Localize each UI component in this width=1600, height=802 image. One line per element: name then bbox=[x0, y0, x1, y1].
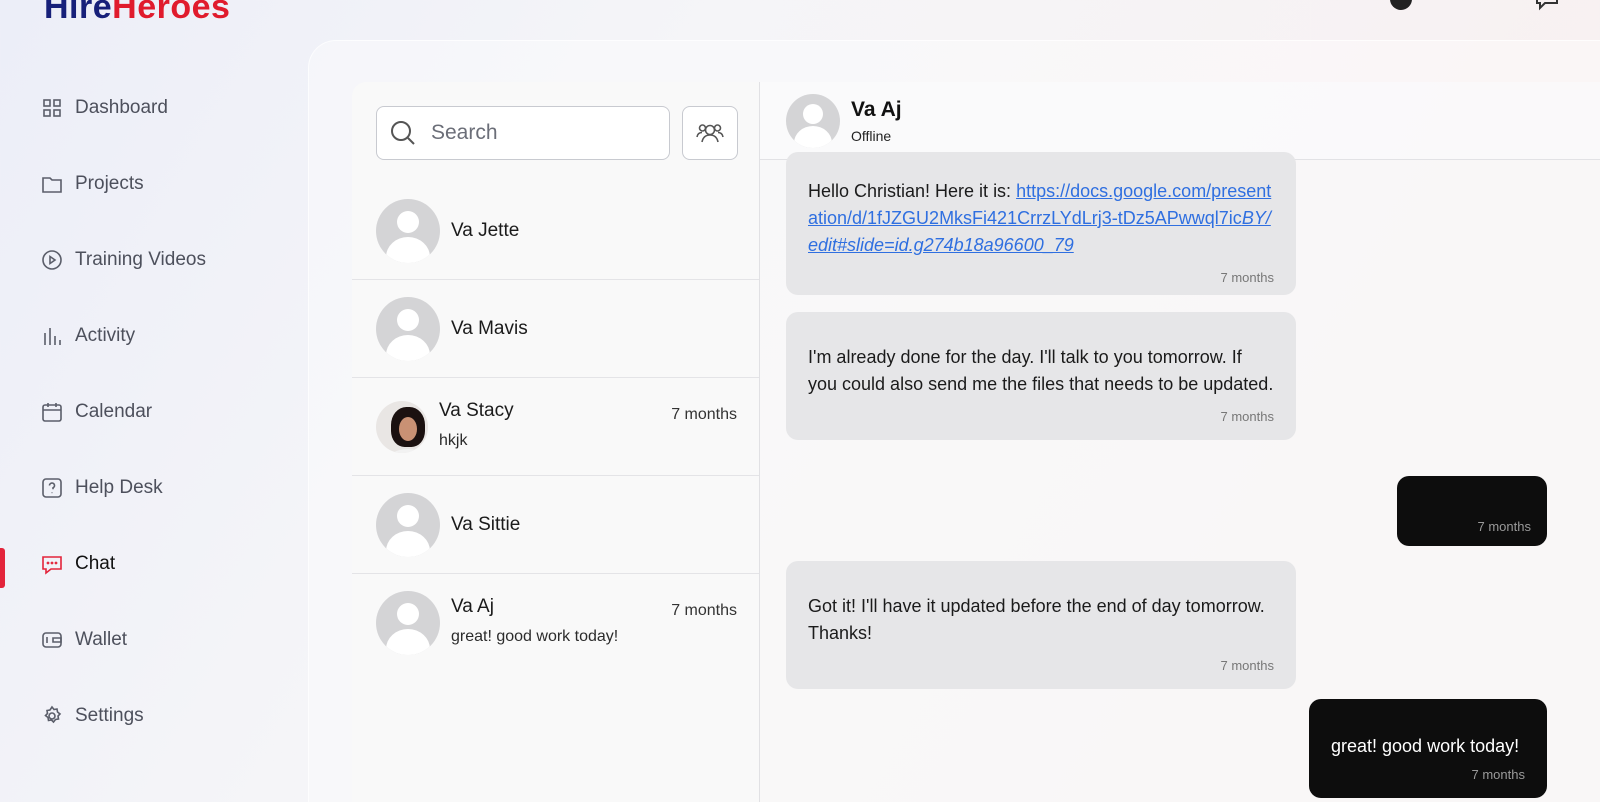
contact-name: Va Sittie bbox=[451, 513, 521, 535]
message-text: great! good work today! bbox=[1331, 736, 1520, 756]
gear-icon bbox=[41, 705, 63, 727]
group-chat-button[interactable] bbox=[682, 106, 738, 160]
avatar bbox=[376, 492, 440, 557]
message-icon[interactable] bbox=[1534, 0, 1560, 12]
message-text: Hello Christian! Here it is: bbox=[808, 181, 1017, 201]
avatar bbox=[376, 198, 440, 263]
avatar bbox=[376, 591, 440, 655]
message-time: 7 months bbox=[1477, 519, 1531, 534]
message-bubble-outgoing: great! good work today! 7 months bbox=[1309, 699, 1547, 798]
message-time: 7 months bbox=[1220, 270, 1274, 285]
avatar bbox=[376, 296, 440, 361]
contact-item[interactable]: Va Jette bbox=[352, 182, 759, 280]
grid-icon bbox=[41, 97, 63, 119]
conversation-list: Va Jette Va Mavis Va Stacy hkjk 7 months… bbox=[352, 82, 760, 802]
top-icons bbox=[1388, 0, 1560, 12]
contact-item[interactable]: Va Aj great! good work today! 7 months bbox=[352, 574, 759, 672]
message-text: Got it! I'll have it updated before the … bbox=[808, 596, 1265, 643]
message-bubble-outgoing: 7 months bbox=[1397, 476, 1547, 546]
message-bubble-incoming: I'm already done for the day. I'll talk … bbox=[786, 312, 1296, 440]
chat-contact-status: Offline bbox=[851, 127, 892, 144]
message-text: I'm already done for the day. I'll talk … bbox=[808, 347, 1274, 394]
contact-name: Va Mavis bbox=[451, 317, 528, 339]
sidebar-item-projects[interactable]: Projects bbox=[0, 146, 300, 222]
message-bubble-incoming: Hello Christian! Here it is: https://doc… bbox=[786, 152, 1296, 295]
sidebar-item-label: Activity bbox=[75, 325, 136, 346]
sidebar-item-label: Projects bbox=[75, 173, 144, 194]
sidebar-item-label: Chat bbox=[75, 553, 116, 574]
contact-item[interactable]: Va Sittie bbox=[352, 476, 759, 574]
sidebar-item-help-desk[interactable]: Help Desk bbox=[0, 450, 300, 526]
contact-name: Va Stacy bbox=[439, 399, 514, 421]
brand-heroes: Heroes bbox=[112, 0, 231, 26]
brand-hire: Hire bbox=[44, 0, 113, 26]
chat-contact-name: Va Aj bbox=[851, 97, 902, 121]
brand-logo[interactable]: HireHeroes bbox=[44, 0, 230, 27]
message-time: 7 months bbox=[1471, 767, 1525, 782]
sidebar-item-wallet[interactable]: Wallet bbox=[0, 602, 300, 678]
message-bubble-incoming: Got it! I'll have it updated before the … bbox=[786, 561, 1296, 689]
user-icon[interactable] bbox=[1388, 0, 1414, 12]
sidebar-item-label: Wallet bbox=[75, 629, 128, 650]
message-list: Hello Christian! Here it is: https://doc… bbox=[760, 152, 1600, 802]
contact-name: Va Aj bbox=[451, 596, 494, 617]
search-icon bbox=[391, 121, 415, 145]
chat-window: Va Aj Offline Hello Christian! Here it i… bbox=[760, 82, 1600, 802]
contact-item[interactable]: Va Mavis bbox=[352, 280, 759, 378]
contact-preview: great! good work today! bbox=[451, 628, 619, 645]
contact-time: 7 months bbox=[671, 406, 737, 423]
avatar bbox=[376, 400, 428, 453]
wallet-icon bbox=[41, 629, 63, 651]
chat-icon bbox=[41, 553, 63, 575]
sidebar-item-label: Dashboard bbox=[75, 97, 168, 118]
sidebar: Dashboard Projects Training Videos Activ… bbox=[0, 70, 300, 754]
contact-list: Va Jette Va Mavis Va Stacy hkjk 7 months… bbox=[352, 182, 759, 672]
chat-header: Va Aj Offline bbox=[760, 82, 1600, 160]
help-icon bbox=[41, 477, 63, 499]
folder-icon bbox=[41, 173, 63, 195]
contact-preview: hkjk bbox=[439, 431, 468, 449]
contact-time: 7 months bbox=[671, 602, 737, 619]
contact-name: Va Jette bbox=[451, 219, 520, 241]
sidebar-item-training-videos[interactable]: Training Videos bbox=[0, 222, 300, 298]
search-box[interactable] bbox=[376, 106, 670, 160]
contact-item[interactable]: Va Stacy hkjk 7 months bbox=[352, 378, 759, 476]
sidebar-item-label: Help Desk bbox=[75, 477, 163, 498]
avatar bbox=[786, 93, 840, 148]
users-icon bbox=[696, 124, 724, 143]
message-time: 7 months bbox=[1220, 658, 1274, 673]
sidebar-item-activity[interactable]: Activity bbox=[0, 298, 300, 374]
calendar-icon bbox=[41, 401, 63, 423]
sidebar-item-settings[interactable]: Settings bbox=[0, 678, 300, 754]
sidebar-item-label: Training Videos bbox=[75, 249, 206, 270]
sidebar-item-label: Settings bbox=[75, 705, 144, 726]
search-input[interactable] bbox=[431, 121, 651, 145]
play-circle-icon bbox=[41, 249, 63, 271]
bar-chart-icon bbox=[41, 325, 63, 347]
sidebar-item-label: Calendar bbox=[75, 401, 153, 422]
message-time: 7 months bbox=[1220, 409, 1274, 424]
sidebar-item-calendar[interactable]: Calendar bbox=[0, 374, 300, 450]
sidebar-item-dashboard[interactable]: Dashboard bbox=[0, 70, 300, 146]
sidebar-item-chat[interactable]: Chat bbox=[0, 526, 300, 602]
